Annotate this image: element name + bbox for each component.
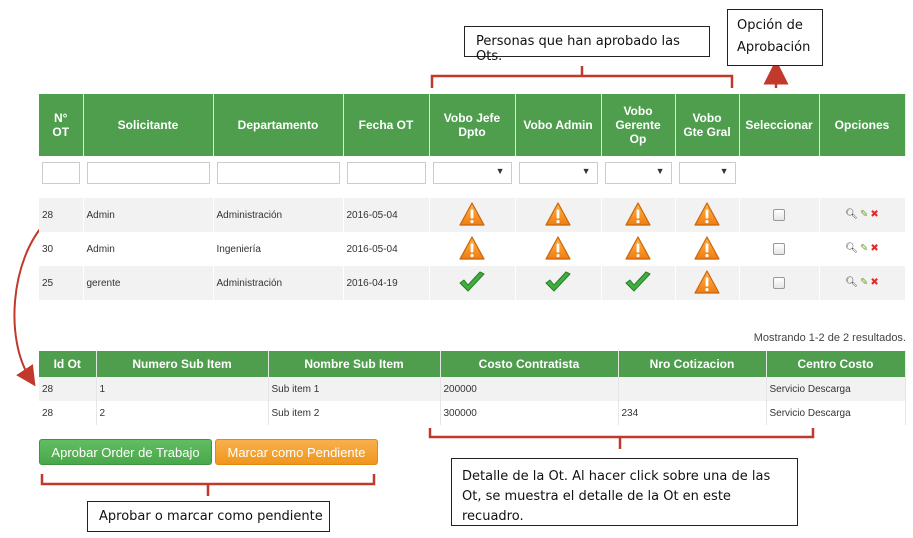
header-fecha-ot[interactable]: Fecha OT: [343, 94, 430, 156]
cell-ot: 28: [39, 198, 84, 232]
callout-aprobar: Aprobar o marcar como pendiente: [87, 501, 330, 532]
approve-ot-button[interactable]: Aprobar Order de Trabajo: [39, 439, 212, 465]
cell-costo-contratista: 300000: [440, 401, 619, 425]
filter-vobo-jefe-select[interactable]: ▼: [432, 162, 512, 184]
cell-fecha: 2016-05-04: [343, 232, 430, 266]
table-row[interactable]: 30 Admin Ingeniería 2016-05-04 🔍︎ ✎ ✖: [39, 232, 906, 266]
checkmark-icon: [624, 271, 652, 296]
magnifier-icon[interactable]: 🔍︎: [845, 209, 858, 220]
filter-fecha-input[interactable]: [346, 162, 426, 184]
cell-nombre-sub-item: Sub item 1: [268, 377, 441, 401]
cell-nro-cotizacion: [618, 377, 767, 401]
cell-nro-cotizacion: 234: [618, 401, 767, 425]
cell-solicitante: Admin: [83, 198, 214, 232]
header-ot-number[interactable]: N° OT: [39, 94, 84, 156]
table-row: 28 1 Sub item 1 200000 Servicio Descarga: [39, 377, 906, 401]
callout-detalle: Detalle de la Ot. Al hacer click sobre u…: [451, 458, 798, 526]
header-vobo-gerente[interactable]: Vobo Gerente Op: [601, 94, 676, 156]
pencil-icon[interactable]: ✎: [860, 243, 868, 254]
filter-ot-input[interactable]: [42, 162, 80, 184]
warning-triangle-icon: [459, 201, 485, 229]
delete-x-icon[interactable]: ✖: [870, 243, 878, 254]
warning-triangle-icon: [545, 235, 571, 263]
cell-centro-costo: Servicio Descarga: [766, 401, 906, 425]
header-seleccionar: Seleccionar: [739, 94, 820, 156]
table-row: 28 2 Sub item 2 300000 234 Servicio Desc…: [39, 401, 906, 425]
delete-x-icon[interactable]: ✖: [870, 277, 878, 288]
chevron-down-icon: ▼: [495, 166, 505, 176]
cell-fecha: 2016-04-19: [343, 266, 430, 300]
callout-opcion-aprobacion: Opción de Aprobación: [727, 9, 823, 66]
cell-departamento: Administración: [213, 198, 344, 232]
cell-fecha: 2016-05-04: [343, 198, 430, 232]
header-vobo-gte-gral[interactable]: Vobo Gte Gral: [675, 94, 740, 156]
pencil-icon[interactable]: ✎: [860, 277, 868, 288]
table-row[interactable]: 28 Admin Administración 2016-05-04 🔍︎ ✎ ✖: [39, 198, 906, 232]
cell-centro-costo: Servicio Descarga: [766, 377, 906, 401]
table-row[interactable]: 25 gerente Administración 2016-04-19 🔍︎ ✎…: [39, 266, 906, 300]
filter-vobo-admin-select[interactable]: ▼: [518, 162, 598, 184]
checkmark-icon: [458, 271, 486, 296]
ot-table: N° OT Solicitante Departamento Fecha OT …: [39, 94, 906, 300]
header-vobo-admin[interactable]: Vobo Admin: [515, 94, 602, 156]
header-solicitante[interactable]: Solicitante: [83, 94, 214, 156]
warning-triangle-icon: [694, 269, 720, 297]
cell-ot: 25: [39, 266, 84, 300]
chevron-down-icon: ▼: [581, 166, 591, 176]
warning-triangle-icon: [625, 235, 651, 263]
ot-detail-table: Id Ot Numero Sub Item Nombre Sub Item Co…: [39, 351, 906, 425]
checkmark-icon: [544, 271, 572, 296]
filter-vobo-gerente-select[interactable]: ▼: [604, 162, 672, 184]
cell-id-ot: 28: [39, 377, 97, 401]
cell-id-ot: 28: [39, 401, 97, 425]
chevron-down-icon: ▼: [719, 166, 729, 176]
vobo-bracket: [430, 66, 734, 88]
filter-row: ▼ ▼ ▼ ▼: [39, 156, 906, 190]
cell-numero-sub-item: 1: [96, 377, 269, 401]
pencil-icon[interactable]: ✎: [860, 209, 868, 220]
select-checkbox[interactable]: [773, 277, 785, 289]
header-vobo-jefe[interactable]: Vobo Jefe Dpto: [429, 94, 516, 156]
cell-departamento: Ingeniería: [213, 232, 344, 266]
warning-triangle-icon: [694, 235, 720, 263]
detalle-bracket: [428, 428, 815, 449]
delete-x-icon[interactable]: ✖: [870, 209, 878, 220]
chevron-down-icon: ▼: [655, 166, 665, 176]
mark-pending-button[interactable]: Marcar como Pendiente: [215, 439, 378, 465]
magnifier-icon[interactable]: 🔍︎: [845, 277, 858, 288]
header-nombre-sub-item[interactable]: Nombre Sub Item: [268, 351, 441, 377]
filter-vobo-gte-select[interactable]: ▼: [678, 162, 736, 184]
header-centro-costo[interactable]: Centro Costo: [766, 351, 906, 377]
header-opciones: Opciones: [819, 94, 906, 156]
header-numero-sub-item[interactable]: Numero Sub Item: [96, 351, 269, 377]
cell-numero-sub-item: 2: [96, 401, 269, 425]
cell-solicitante: Admin: [83, 232, 214, 266]
cell-solicitante: gerente: [83, 266, 214, 300]
filter-solicitante-input[interactable]: [86, 162, 210, 184]
header-id-ot[interactable]: Id Ot: [39, 351, 97, 377]
header-nro-cotizacion[interactable]: Nro Cotizacion: [618, 351, 767, 377]
cell-ot: 30: [39, 232, 84, 266]
warning-triangle-icon: [625, 201, 651, 229]
cell-departamento: Administración: [213, 266, 344, 300]
header-departamento[interactable]: Departamento: [213, 94, 344, 156]
magnifier-icon[interactable]: 🔍︎: [845, 243, 858, 254]
select-checkbox[interactable]: [773, 243, 785, 255]
results-summary: Mostrando 1-2 de 2 resultados.: [753, 332, 906, 344]
filter-departamento-input[interactable]: [216, 162, 340, 184]
warning-triangle-icon: [694, 201, 720, 229]
cell-nombre-sub-item: Sub item 2: [268, 401, 441, 425]
callout-personas: Personas que han aprobado las Ots.: [464, 26, 710, 64]
warning-triangle-icon: [545, 201, 571, 229]
warning-triangle-icon: [459, 235, 485, 263]
aprobar-bracket: [40, 474, 376, 496]
select-checkbox[interactable]: [773, 209, 785, 221]
cell-costo-contratista: 200000: [440, 377, 619, 401]
header-costo-contratista[interactable]: Costo Contratista: [440, 351, 619, 377]
